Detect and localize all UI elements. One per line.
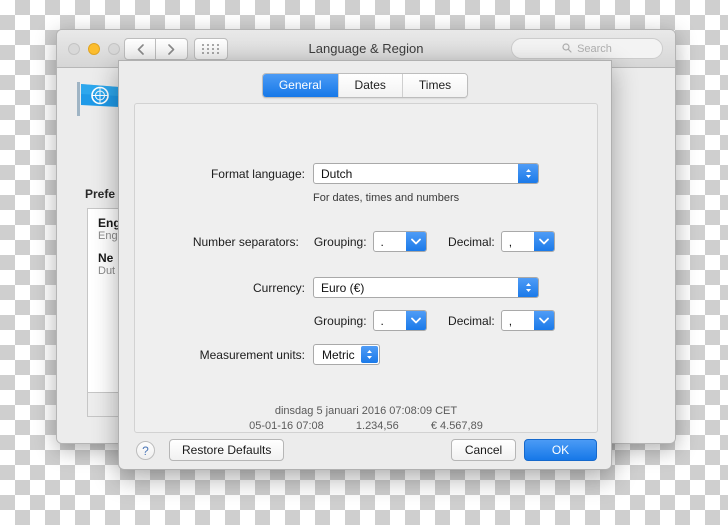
- chevron-down-icon: [405, 232, 426, 251]
- format-language-row: Format language: Dutch: [135, 163, 555, 184]
- measurement-units-select[interactable]: Metric: [313, 344, 380, 365]
- currency-grouping-label: Grouping:: [313, 313, 367, 328]
- measurement-units-label: Measurement units:: [199, 347, 305, 362]
- preferred-languages-label: Prefe: [85, 187, 116, 201]
- cancel-button[interactable]: Cancel: [451, 439, 516, 461]
- currency-grouping-select[interactable]: .: [372, 310, 427, 331]
- help-button[interactable]: ?: [136, 441, 155, 460]
- sheet-footer: ? Restore Defaults Cancel OK: [119, 429, 611, 469]
- currency-decimal-label: Decimal:: [448, 313, 495, 328]
- preview-line-long: dinsdag 5 januari 2016 07:08:09 CET: [274, 405, 458, 417]
- currency-decimal-value: ,: [508, 313, 513, 328]
- measurement-units-row: Measurement units: Metric: [135, 344, 555, 365]
- number-grouping-select[interactable]: .: [372, 231, 427, 252]
- number-separators-row: Number separators: Grouping: . Decimal: …: [135, 231, 556, 252]
- number-separators-label: Number separators:: [192, 234, 299, 249]
- number-decimal-value: ,: [508, 234, 513, 249]
- tab-bar: General Dates Times: [119, 73, 611, 98]
- flag-icon: [73, 78, 123, 118]
- currency-select[interactable]: Euro (€): [313, 277, 539, 298]
- currency-separators-row: Grouping: . Decimal: ,: [135, 310, 556, 331]
- chevron-down-icon: [534, 232, 555, 251]
- format-language-hint: For dates, times and numbers: [313, 192, 460, 204]
- measurement-units-value: Metric: [322, 347, 355, 362]
- general-settings-panel: Format language: Dutch For dates, times …: [134, 103, 598, 433]
- number-grouping-value: .: [380, 234, 384, 249]
- advanced-settings-sheet: General Dates Times Format language: Dut…: [118, 60, 612, 470]
- search-icon: [562, 42, 572, 56]
- currency-grouping-value: .: [380, 313, 384, 328]
- chevron-updown-icon: [360, 346, 378, 363]
- tab-times[interactable]: Times: [401, 74, 468, 97]
- currency-row: Currency: Euro (€): [135, 277, 555, 298]
- search-input[interactable]: Search: [511, 38, 663, 59]
- chevron-down-icon: [405, 311, 426, 330]
- currency-value: Euro (€): [321, 280, 365, 295]
- ok-button[interactable]: OK: [524, 439, 597, 461]
- tab-dates[interactable]: Dates: [337, 74, 402, 97]
- chevron-down-icon: [534, 311, 555, 330]
- chevron-updown-icon: [518, 164, 538, 183]
- tab-general[interactable]: General: [262, 74, 338, 97]
- format-language-value: Dutch: [321, 166, 353, 181]
- number-decimal-label: Decimal:: [448, 234, 495, 249]
- search-placeholder: Search: [577, 42, 612, 55]
- number-grouping-label: Grouping:: [313, 234, 367, 249]
- format-language-label: Format language:: [210, 166, 305, 181]
- currency-label: Currency:: [252, 280, 305, 295]
- format-language-select[interactable]: Dutch: [313, 163, 539, 184]
- restore-defaults-button[interactable]: Restore Defaults: [169, 439, 285, 461]
- number-decimal-select[interactable]: ,: [500, 231, 556, 252]
- currency-decimal-select[interactable]: ,: [500, 310, 556, 331]
- chevron-updown-icon: [518, 278, 538, 297]
